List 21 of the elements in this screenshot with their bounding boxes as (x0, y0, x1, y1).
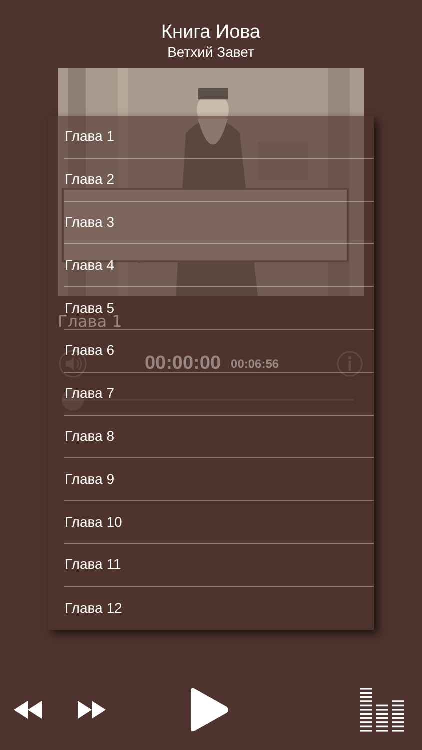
chapter-item[interactable]: Глава 1 (65, 129, 114, 144)
total-duration: 00:06:56 (231, 357, 280, 371)
chapter-item[interactable]: Глава 11 (65, 557, 122, 572)
elapsed-time: 00:00:00 (144, 353, 222, 375)
fast-forward-button[interactable] (76, 699, 106, 721)
chapter-item[interactable]: Глава 6 (65, 343, 114, 358)
chapter-item[interactable]: Глава 8 (65, 428, 114, 444)
chapter-item[interactable]: Глава 5 (65, 300, 114, 316)
chapter-item[interactable]: Глава 10 (65, 514, 122, 530)
book-title: Книга Иова (161, 22, 261, 44)
equalizer-icon[interactable] (360, 686, 406, 734)
chapter-item[interactable]: Глава 7 (65, 386, 114, 402)
track-title: Глава 1 (58, 315, 122, 329)
book-subtitle: Ветхий Завет (168, 44, 254, 60)
chapter-item[interactable]: Глава 2 (65, 172, 114, 188)
chapter-item[interactable]: Глава 4 (65, 258, 114, 273)
chapter-item[interactable]: Глава 12 (65, 600, 122, 616)
chapter-item[interactable]: Глава 3 (65, 214, 114, 230)
play-button[interactable] (188, 687, 230, 733)
rewind-button[interactable] (14, 699, 44, 721)
chapter-item[interactable]: Глава 9 (65, 472, 114, 487)
